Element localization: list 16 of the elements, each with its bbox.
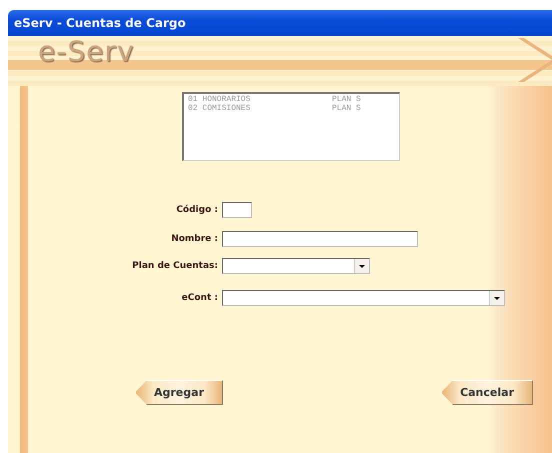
logo: e-Serv xyxy=(38,38,134,66)
field-label: Nombre : xyxy=(170,234,218,244)
field-label: eCont : xyxy=(180,293,218,303)
input-field[interactable] xyxy=(222,231,418,247)
dropdown-field[interactable] xyxy=(222,258,370,274)
field-label: Código : xyxy=(175,205,218,215)
account-code: 01 HONORARIOS xyxy=(188,95,252,104)
input-field[interactable] xyxy=(222,202,252,218)
action-button[interactable]: Cancelar xyxy=(441,380,533,405)
dropdown-field[interactable] xyxy=(222,290,505,306)
action-button[interactable]: Agregar xyxy=(135,380,223,405)
field-label: Plan de Cuentas: xyxy=(131,261,218,271)
account-plan: PLAN S xyxy=(332,104,361,113)
window-title: eServ - Cuentas de Cargo xyxy=(8,10,552,36)
account-plan: PLAN S xyxy=(332,95,361,104)
account-code: 02 COMISIONES xyxy=(188,104,252,113)
